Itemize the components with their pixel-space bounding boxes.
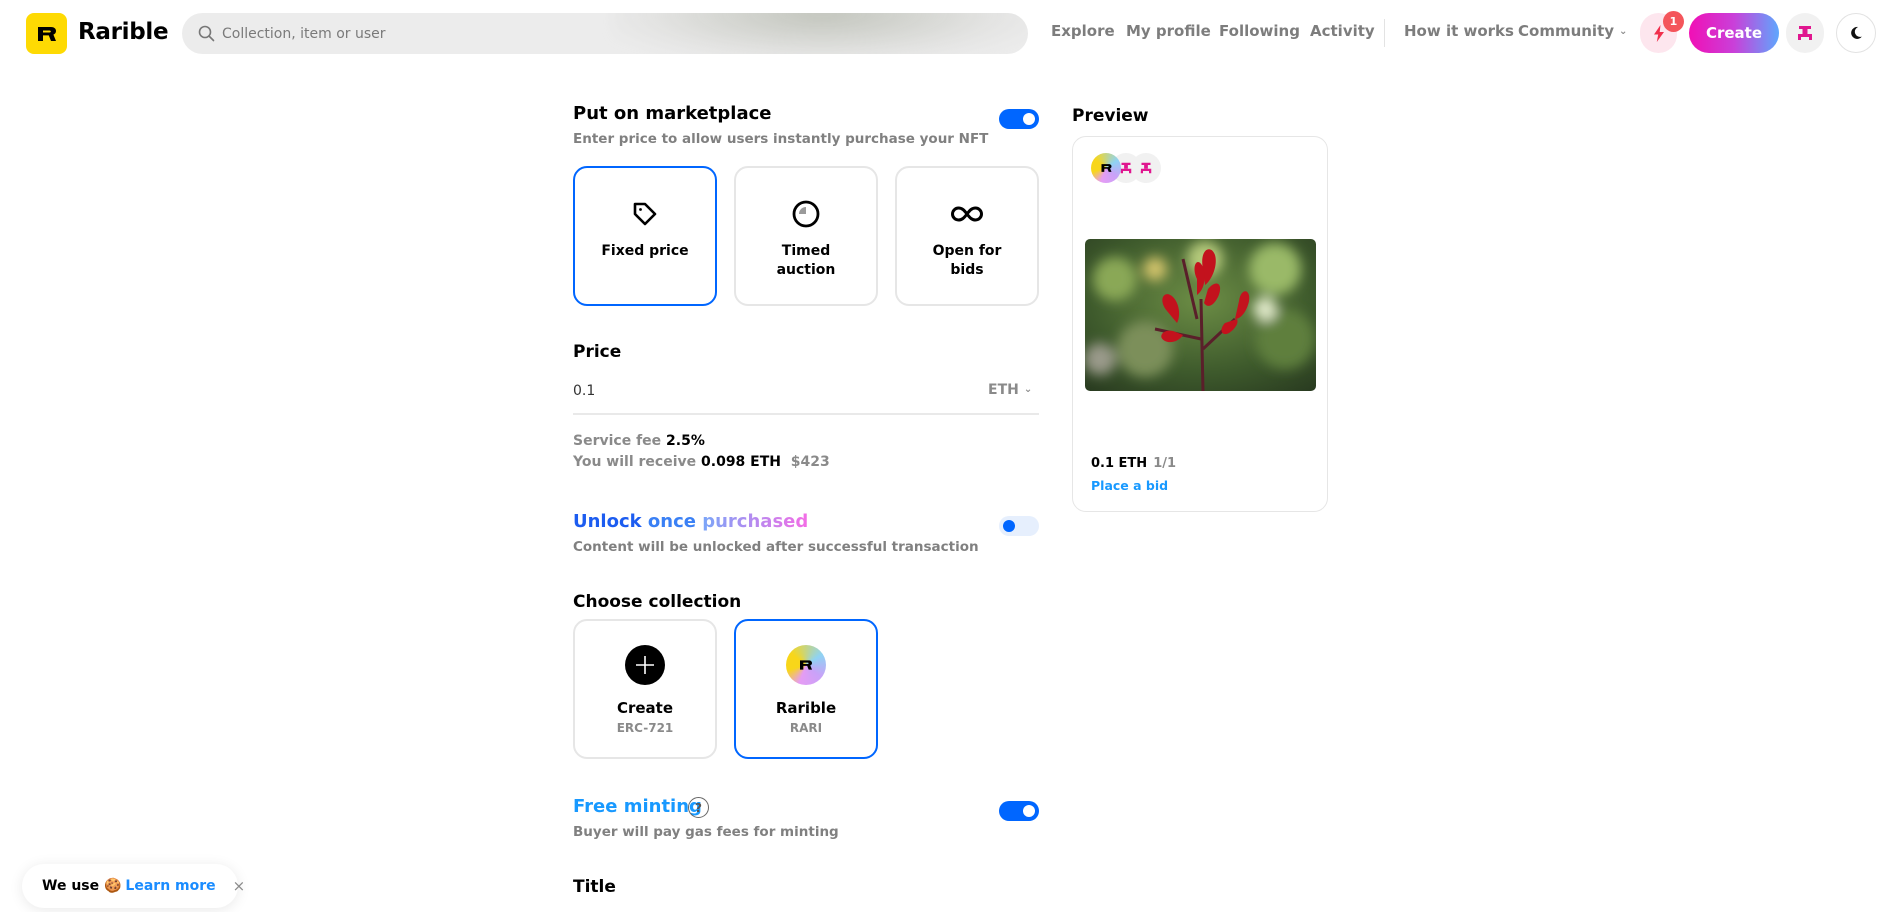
collection-name: Create [616,699,674,717]
sale-type-open-for-bids[interactable]: Open for bids [895,166,1039,306]
receive-eth: 0.098 ETH [701,454,782,470]
marketplace-title: Put on marketplace [573,103,772,124]
preview-card: 0.1 ETH 1/1 Place a bid [1072,136,1328,512]
close-icon[interactable]: × [233,877,246,895]
unlock-title-word: purchased [702,511,809,532]
marketplace-subtitle: Enter price to allow users instantly pur… [573,131,989,147]
rarible-logo[interactable] [26,13,67,54]
rarible-r-logo-icon [786,645,826,685]
currency-label: ETH [988,382,1019,398]
service-fee-value: 2.5% [666,433,705,449]
price-input[interactable] [573,379,873,403]
chevron-down-icon: ⌄ [1023,384,1033,395]
preview-edition: 1/1 [1153,456,1177,471]
search-icon [198,25,215,42]
user-avatar-icon [1120,162,1132,174]
receive-label: You will receive [573,454,697,470]
theme-toggle-button[interactable] [1836,13,1876,53]
unlock-title-word: Unlock [573,511,642,532]
collection-title: Choose collection [573,592,742,612]
top-nav-bar: Rarible Explore My profile Following Act… [0,0,1889,66]
currency-select[interactable]: ETH ⌄ [988,382,1032,398]
clock-icon [792,200,820,228]
place-bid-link[interactable]: Place a bid [1091,478,1168,493]
cookie-icon: 🍪 [103,878,122,894]
preview-label: Preview [1072,106,1149,126]
free-minting-subtitle: Buyer will pay gas fees for minting [573,824,839,840]
unlock-title: Unlock once purchased [573,511,808,532]
nav-community[interactable]: Community ⌄ [1518,22,1627,40]
collection-ticker: ERC-721 [616,721,674,735]
sale-type-fixed-price[interactable]: Fixed price [573,166,717,306]
free-minting-toggle[interactable] [999,801,1039,821]
collection-avatar[interactable] [1091,153,1121,183]
infinity-icon [951,206,983,222]
plus-icon [625,645,665,685]
nav-explore[interactable]: Explore [1051,22,1115,40]
cookie-text: We use [42,878,100,894]
receive-usd: $423 [790,454,830,470]
price-label: Price [573,342,622,362]
toggle-knob [1023,113,1035,125]
nav-following[interactable]: Following [1219,22,1300,40]
notification-badge: 1 [1663,11,1684,32]
collection-create[interactable]: Create ERC-721 [573,619,717,759]
price-tag-icon [633,202,657,226]
service-fee: Service fee 2.5% [573,433,705,449]
search-bar[interactable] [182,13,1028,54]
sale-type-label: Timed auction [776,243,836,278]
preview-price-value: 0.1 ETH [1091,456,1148,471]
lightning-bolt-icon [1653,24,1664,42]
unlock-toggle[interactable] [999,516,1039,536]
sale-type-label: Open for bids [932,243,1002,278]
rarible-r-logo-icon [37,26,56,41]
collection-name: Rarible [775,699,837,717]
preview-price: 0.1 ETH 1/1 [1091,456,1176,471]
service-fee-label: Service fee [573,433,662,449]
nft-preview-image[interactable] [1085,239,1316,391]
user-avatar-icon [1798,26,1812,40]
rarible-r-logo-icon [1101,164,1111,172]
moon-icon [1851,26,1862,39]
free-minting-title: Free minting [573,796,702,817]
brand-name[interactable]: Rarible [78,19,169,45]
nav-my-profile[interactable]: My profile [1126,22,1211,40]
marketplace-toggle[interactable] [999,109,1039,129]
nav-activity[interactable]: Activity [1310,22,1375,40]
help-icon[interactable]: ? [688,797,709,818]
collection-rarible[interactable]: Rarible RARI [734,619,878,759]
cookie-banner: We use 🍪 Learn more × [22,864,245,908]
profile-avatar-button[interactable] [1786,13,1824,53]
price-input-underline [573,413,1039,415]
receive-amount: You will receive 0.098 ETH $423 [573,454,830,470]
toggle-knob [1003,520,1015,532]
create-button[interactable]: Create [1689,13,1779,53]
nav-how-it-works[interactable]: How it works [1404,22,1514,40]
learn-more-link[interactable]: Learn more [125,878,215,894]
unlock-title-word: once [647,511,696,532]
red-flower-image [1085,239,1316,391]
collection-ticker: RARI [789,721,823,735]
sale-type-timed-auction[interactable]: Timed auction [734,166,878,306]
nav-community-label: Community [1518,22,1615,40]
sale-type-label: Fixed price [601,243,689,259]
unlock-subtitle: Content will be unlocked after successfu… [573,539,979,555]
user-avatar-icon [1140,162,1152,174]
chevron-down-icon: ⌄ [1619,26,1628,37]
search-input[interactable] [222,13,982,54]
nav-divider [1384,19,1385,47]
title-field-label: Title [573,877,616,897]
toggle-knob [1023,805,1035,817]
